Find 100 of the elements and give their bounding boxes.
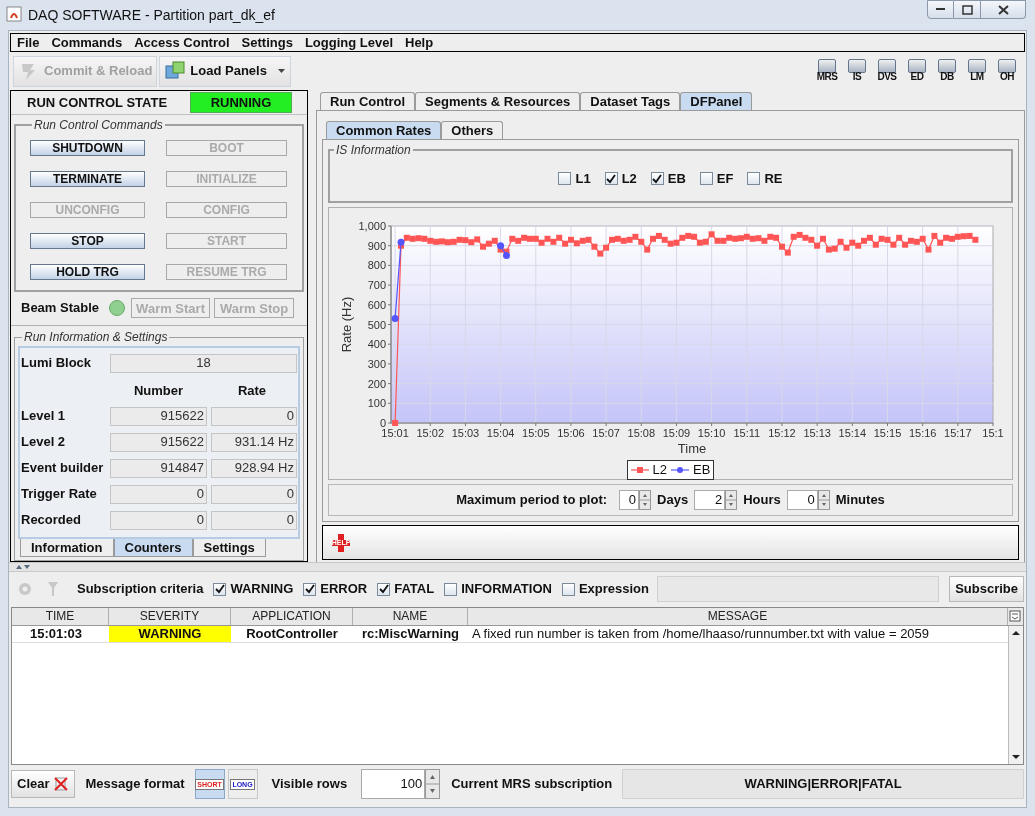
- menu-item[interactable]: Help: [399, 32, 440, 53]
- checkbox[interactable]: [303, 582, 317, 596]
- window-title: DAQ SOFTWARE - Partition part_dk_ef: [28, 6, 275, 25]
- spin-arrows-icon[interactable]: [425, 769, 441, 799]
- x-tick-label: 15:10: [697, 427, 725, 439]
- checkbox[interactable]: [213, 582, 227, 596]
- axis-title: Time: [677, 441, 706, 456]
- column-header[interactable]: NAME: [353, 608, 468, 625]
- checkbox-label: L1: [575, 170, 591, 188]
- value-field: 931.14 Hz: [211, 432, 297, 452]
- checkbox-label: WARNING: [230, 580, 294, 599]
- group-title: Run Information & Settings: [23, 329, 169, 346]
- group-title: Run Control Commands: [33, 117, 164, 134]
- tab[interactable]: Counters: [113, 539, 193, 557]
- spin-arrows-icon[interactable]: [725, 490, 738, 510]
- x-tick-label: 15:09: [662, 427, 690, 439]
- checkbox[interactable]: [699, 172, 713, 186]
- maximize-icon: [961, 4, 973, 15]
- app-icon: [6, 6, 22, 22]
- checkbox-label: RE: [764, 170, 783, 188]
- x-tick-label: 15:04: [486, 427, 514, 439]
- checkbox-label: ERROR: [320, 580, 368, 599]
- menu-item[interactable]: Commands: [45, 32, 129, 53]
- x-tick-label: 15:11: [732, 427, 760, 439]
- row-label: Level 1: [21, 407, 67, 426]
- command-button[interactable]: SHUTDOWN: [30, 140, 145, 156]
- data-point: [925, 246, 931, 253]
- y-tick-label: 600: [367, 298, 386, 311]
- field-label: Message format: [85, 775, 185, 794]
- legend-label: EB: [693, 461, 711, 480]
- column-header[interactable]: APPLICATION: [231, 608, 353, 625]
- column-header[interactable]: TIME: [12, 608, 109, 625]
- unit-label: Days: [657, 491, 689, 510]
- splitter-arrows-icon[interactable]: [15, 563, 31, 571]
- column-menu-icon[interactable]: [1008, 608, 1023, 625]
- data-point: [391, 420, 398, 426]
- field-label: Subscription criteria: [77, 580, 204, 599]
- tab[interactable]: DFPanel: [680, 92, 753, 110]
- tab[interactable]: Segments & Resources: [415, 92, 581, 110]
- value-field: 18: [110, 353, 297, 373]
- tool-button[interactable]: MRS: [814, 57, 840, 85]
- tab[interactable]: Run Control: [320, 92, 416, 110]
- table-cell-text: 15:01:03: [29, 626, 84, 642]
- tab[interactable]: Information: [20, 539, 114, 557]
- subscribe-button[interactable]: Subscribe: [949, 576, 1024, 602]
- checkbox[interactable]: [604, 172, 618, 186]
- tool-button[interactable]: DVS: [874, 57, 900, 85]
- checkbox[interactable]: [650, 172, 664, 186]
- spinner-field[interactable]: 0: [619, 490, 640, 510]
- checkbox[interactable]: [561, 582, 575, 596]
- tab[interactable]: Settings: [192, 539, 266, 557]
- tab[interactable]: Common Rates: [326, 121, 442, 139]
- value-field: 928.94 Hz: [211, 458, 297, 478]
- value-field: 0: [211, 510, 297, 530]
- x-tick-label: 15:17: [943, 427, 972, 439]
- spinner-field[interactable]: 100: [361, 769, 426, 799]
- column-header[interactable]: MESSAGE: [468, 608, 1008, 625]
- maximize-button[interactable]: [954, 0, 981, 19]
- row-label: Lumi Block: [21, 354, 93, 373]
- tab[interactable]: Others: [441, 121, 504, 139]
- menu-item[interactable]: Settings: [235, 32, 299, 53]
- x-tick-label: 15:08: [627, 427, 655, 439]
- field-label: Visible rows: [271, 775, 348, 794]
- column-header[interactable]: SEVERITY: [109, 608, 231, 625]
- tool-button[interactable]: IS: [844, 57, 870, 85]
- tool-button[interactable]: ED: [904, 57, 930, 85]
- checkbox[interactable]: [377, 582, 391, 596]
- spin-arrows-icon[interactable]: [639, 490, 652, 510]
- y-tick-label: 300: [367, 357, 386, 370]
- clear-icon: [52, 776, 69, 792]
- table-cell-text: rc:MiscWarning: [361, 626, 460, 642]
- checkbox[interactable]: [558, 172, 572, 186]
- command-button[interactable]: TERMINATE: [30, 171, 145, 187]
- checkbox-label: EF: [716, 170, 734, 188]
- y-tick-label: 700: [367, 279, 386, 292]
- legend-marker-icon: [630, 466, 649, 474]
- expression-field[interactable]: [657, 576, 940, 602]
- checkbox[interactable]: [444, 582, 458, 596]
- tool-button[interactable]: OH: [994, 57, 1020, 85]
- spinner-field[interactable]: 0: [786, 490, 818, 510]
- row-label: Event builder: [21, 459, 105, 478]
- spinner-field[interactable]: 2: [694, 490, 726, 510]
- close-icon: [997, 4, 1009, 15]
- close-button[interactable]: [981, 0, 1026, 19]
- y-tick-label: 100: [367, 397, 386, 410]
- minimize-button[interactable]: [927, 0, 954, 19]
- menu-item[interactable]: Access Control: [128, 32, 236, 53]
- clear-button[interactable]: Clear: [11, 770, 75, 798]
- tool-button[interactable]: LM: [964, 57, 990, 85]
- checkbox[interactable]: [747, 172, 761, 186]
- command-button[interactable]: HOLD TRG: [30, 264, 145, 280]
- command-button[interactable]: STOP: [30, 233, 145, 249]
- tool-button[interactable]: DB: [934, 57, 960, 85]
- legend-marker-icon: [671, 466, 690, 474]
- spin-arrows-icon[interactable]: [817, 490, 830, 510]
- tab[interactable]: Dataset Tags: [580, 92, 681, 110]
- toolbar-button[interactable]: Load Panels: [159, 55, 291, 87]
- menu-item[interactable]: Logging Level: [298, 32, 399, 53]
- scrollbar[interactable]: [1008, 626, 1023, 764]
- menu-item[interactable]: File: [11, 32, 46, 53]
